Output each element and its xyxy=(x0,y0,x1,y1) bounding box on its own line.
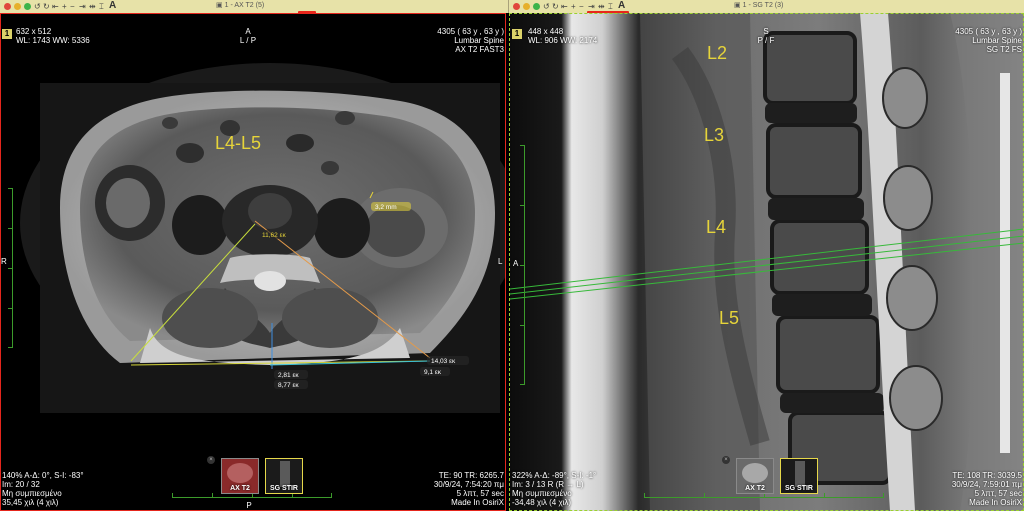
ruler-tick xyxy=(8,228,12,229)
image-info-top-left: 632 x 512 WL: 1743 WW: 5336 xyxy=(16,27,90,45)
thumbnail-image xyxy=(280,461,290,487)
zoom-viewer-button[interactable] xyxy=(533,3,540,10)
image-info-bottom-left: 322% A-Δ: -89°, S-I: -1° Im: 3 / 13 R (R… xyxy=(512,471,597,507)
ruler-tick xyxy=(172,493,173,497)
ruler-tick xyxy=(520,384,524,385)
close-thumbs-icon[interactable]: × xyxy=(722,456,730,464)
ruler-tick xyxy=(8,308,12,309)
last-image-icon[interactable]: ⇥ xyxy=(79,1,86,12)
patient-info-top-right: 4305 ( 63 y , 63 y ) Lumbar Spine AX T2 … xyxy=(437,27,504,54)
rotate-ccw-icon[interactable]: ↺ xyxy=(543,1,550,12)
thumbnail-image xyxy=(742,463,768,483)
rotate-cw-icon[interactable]: ↻ xyxy=(552,1,559,12)
level-label: L4-L5 xyxy=(215,133,261,153)
sagittal-mri-image[interactable]: L2 L3 L4 L5 xyxy=(510,13,1024,511)
ruler-tick xyxy=(704,493,705,497)
close-thumbs-icon[interactable]: × xyxy=(207,456,215,464)
ruler-tick xyxy=(212,493,213,497)
ruler-tick xyxy=(331,493,332,497)
plus-icon[interactable]: + xyxy=(62,1,67,12)
series-thumbnail[interactable]: AX T2 xyxy=(221,458,259,494)
rotate-ccw-icon[interactable]: ↺ xyxy=(34,1,41,12)
vertebra-label-l2: L2 xyxy=(707,43,727,63)
measurement-label[interactable]: 9,1 εκ xyxy=(424,369,442,376)
vertical-scale-ruler xyxy=(12,188,13,348)
left-viewer-title: ▣ 1 - AX T2 (5) xyxy=(216,2,265,9)
ruler-tick xyxy=(883,493,884,497)
split-icon[interactable]: ⇹ xyxy=(89,1,96,12)
minus-icon[interactable]: − xyxy=(579,1,584,12)
ruler-tick xyxy=(8,188,12,189)
close-viewer-button[interactable] xyxy=(513,3,520,10)
minimize-window-button[interactable] xyxy=(14,3,21,10)
orientation-bottom: P xyxy=(246,501,252,510)
axial-mri-image[interactable]: L4-L5 11,62 εκ 3,2 mm 14,03 εκ 9,1 εκ 2,… xyxy=(0,13,506,511)
right-viewer-title: ▣ 1 - SG T2 (3) xyxy=(734,2,784,9)
window-titlebar: ↺ ↻ ⇤ + − ⇥ ⇹ ⌶ A ▣ 1 - AX T2 (5) ↺ ↻ ⇤ +… xyxy=(0,0,1024,14)
ruler-tick xyxy=(520,265,524,266)
minus-icon[interactable]: − xyxy=(70,1,75,12)
ruler-tick xyxy=(644,493,645,497)
vertebra-label-l5: L5 xyxy=(719,308,739,328)
zoom-window-button[interactable] xyxy=(24,3,31,10)
measurement-label[interactable]: 8,77 εκ xyxy=(278,382,299,389)
thumbnail-image xyxy=(227,463,253,483)
study-info-bottom-right: TE: 108 TR: 3039.5 30/9/24, 7:59:01 πμ 5… xyxy=(951,471,1022,507)
first-image-icon[interactable]: ⇤ xyxy=(52,1,59,12)
orientation-top: A L / P xyxy=(239,27,257,45)
left-viewer-toolbar: ↺ ↻ ⇤ + − ⇥ ⇹ ⌶ A ▣ 1 - AX T2 (5) xyxy=(0,0,508,14)
series-thumbnail[interactable]: SG STIR xyxy=(780,458,818,494)
image-info-top-left: 448 x 448 WL: 906 WW: 2174 xyxy=(528,27,598,45)
ruler-tick xyxy=(8,268,12,269)
sagittal-viewer[interactable]: L2 L3 L4 L5 1 448 x 448 WL: 906 WW: 2174… xyxy=(510,13,1024,511)
viewer-number-badge: 1 xyxy=(2,29,12,39)
vertebra-label-l4: L4 xyxy=(706,217,726,237)
orientation-left: A xyxy=(513,259,519,268)
patient-info-top-right: 4305 ( 63 y , 63 y ) Lumbar Spine SG T2 … xyxy=(955,27,1022,54)
ruler-tick xyxy=(8,347,12,348)
image-info-bottom-left: 140% A-Δ: 0°, S-I: -83° Im: 20 / 32 Μη σ… xyxy=(2,471,84,507)
vertical-scale-ruler xyxy=(524,145,525,385)
text-tool-icon[interactable]: A xyxy=(109,0,116,11)
horizontal-scale-ruler xyxy=(172,497,332,498)
bracket-icon[interactable]: ⌶ xyxy=(99,1,104,12)
rotate-cw-icon[interactable]: ↻ xyxy=(43,1,50,12)
measurement-label[interactable]: 2,81 εκ xyxy=(278,372,299,379)
ruler-tick xyxy=(824,493,825,497)
study-info-bottom-right: TE: 90 TR: 6265.7 30/9/24, 7:54:20 πμ 5 … xyxy=(433,471,504,507)
lock-icon: ▣ xyxy=(734,2,741,9)
first-image-icon[interactable]: ⇤ xyxy=(561,1,568,12)
minimize-viewer-button[interactable] xyxy=(523,3,530,10)
viewer-number-badge: 1 xyxy=(512,29,522,39)
orientation-left: R xyxy=(1,257,7,266)
series-thumbnail[interactable]: AX T2 xyxy=(736,458,774,494)
ruler-tick xyxy=(520,325,524,326)
close-window-button[interactable] xyxy=(4,3,11,10)
horizontal-scale-ruler xyxy=(644,497,884,498)
right-viewer-toolbar: ↺ ↻ ⇤ + − ⇥ ⇹ ⌶ A ▣ 1 - SG T2 (3) xyxy=(509,0,1024,14)
series-thumbnail[interactable]: SG STIR xyxy=(265,458,303,494)
ruler-tick xyxy=(520,205,524,206)
lock-icon: ▣ xyxy=(216,2,223,9)
text-tool-icon[interactable]: A xyxy=(618,0,625,11)
measurement-label[interactable]: 14,03 εκ xyxy=(431,358,456,365)
orientation-top: S P / F xyxy=(757,27,775,45)
ruler-tick xyxy=(520,145,524,146)
measurement-label[interactable]: 3,2 mm xyxy=(375,204,397,211)
thumbnail-image xyxy=(795,461,805,487)
vertebra-label-l3: L3 xyxy=(704,125,724,145)
measurement-label[interactable]: 11,62 εκ xyxy=(262,232,286,239)
orientation-right: L xyxy=(498,257,503,266)
axial-viewer[interactable]: L4-L5 11,62 εκ 3,2 mm 14,03 εκ 9,1 εκ 2,… xyxy=(0,13,506,511)
plus-icon[interactable]: + xyxy=(571,1,576,12)
